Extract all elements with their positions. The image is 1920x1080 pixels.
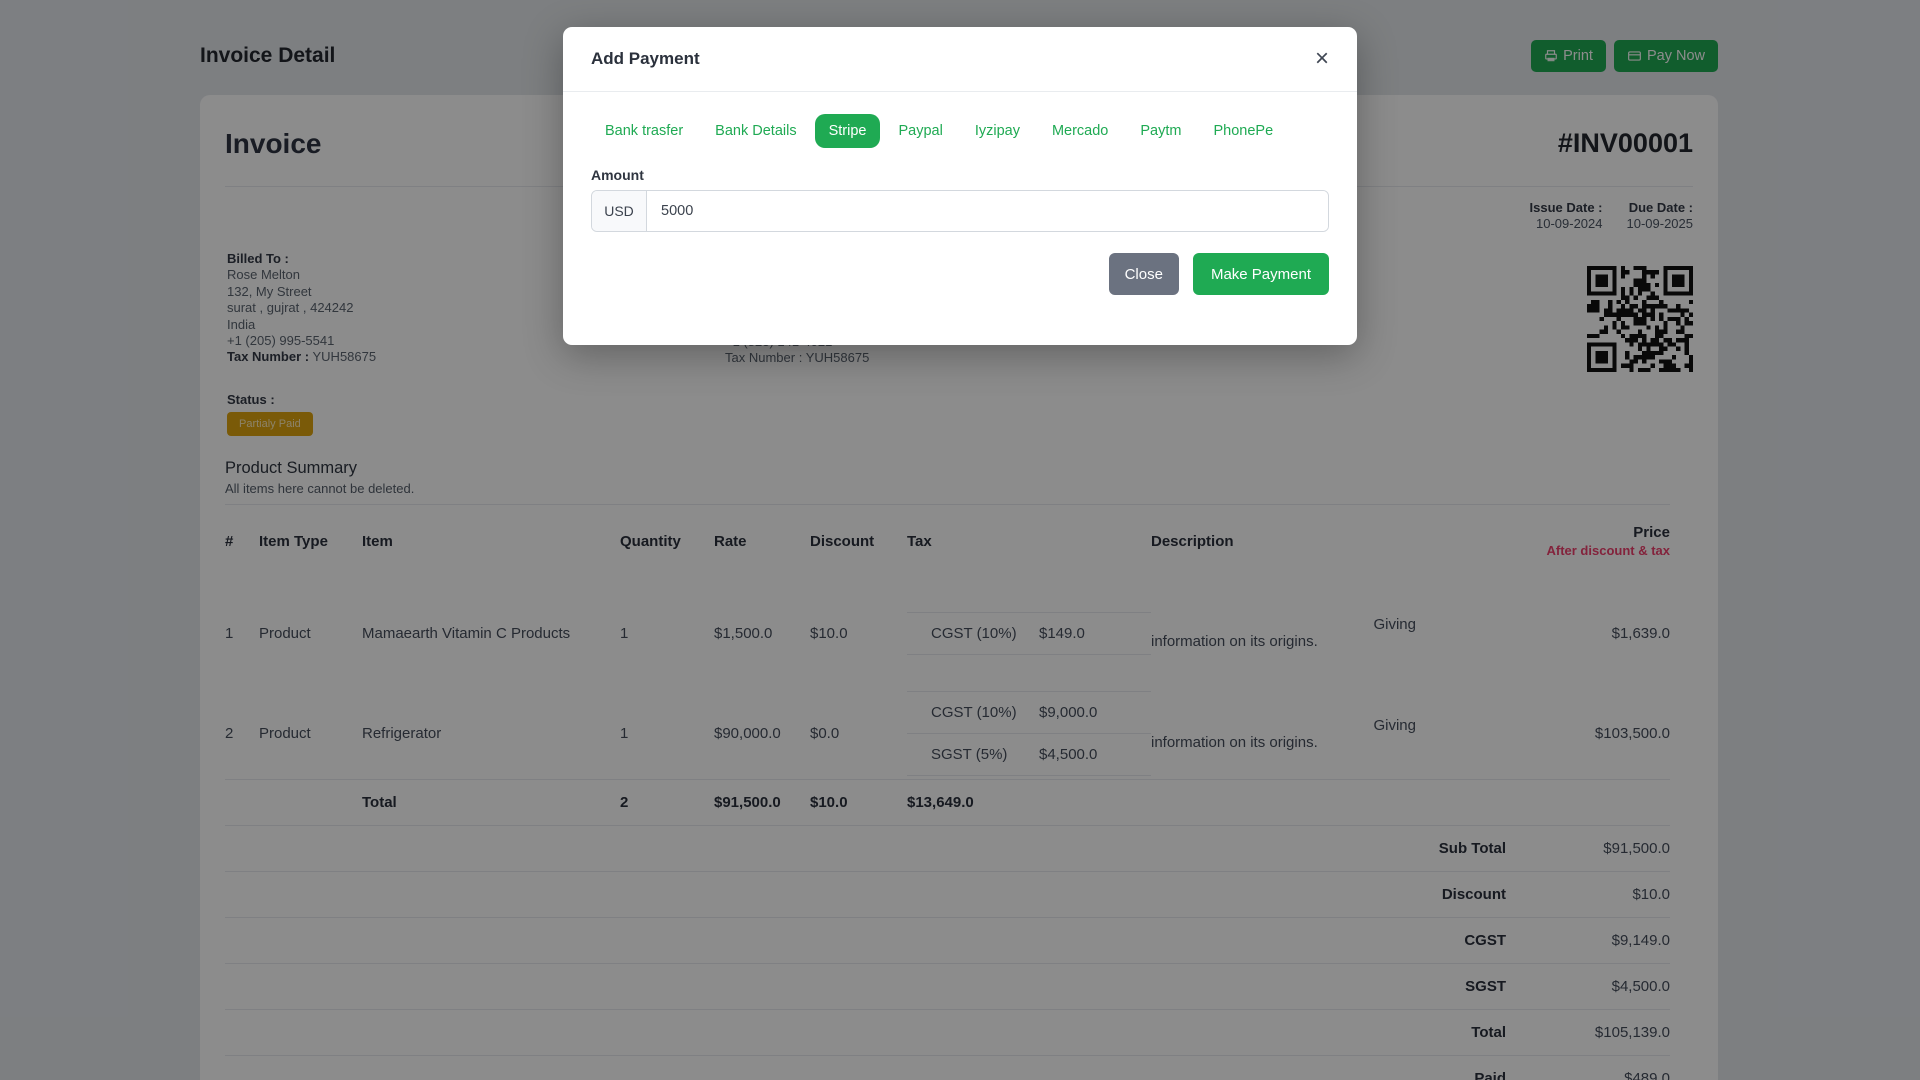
payment-method-tab[interactable]: Paypal bbox=[884, 114, 956, 148]
payment-method-tab[interactable]: Stripe bbox=[814, 114, 881, 148]
add-payment-modal: Add Payment × Bank trasfer Bank Details St… bbox=[563, 27, 1357, 345]
make-payment-button[interactable]: Make Payment bbox=[1192, 253, 1329, 295]
payment-method-tab[interactable]: Bank Details bbox=[701, 114, 810, 148]
modal-title: Add Payment bbox=[591, 49, 700, 68]
amount-input[interactable] bbox=[647, 191, 1328, 231]
amount-label: Amount bbox=[591, 167, 644, 183]
payment-tabs: Bank trasfer Bank Details Stripe Paypal Iyzi… bbox=[591, 114, 1329, 148]
payment-method-tab[interactable]: Mercado bbox=[1038, 114, 1122, 148]
payment-method-tab[interactable]: Bank trasfer bbox=[591, 114, 697, 148]
amount-input-group: USD bbox=[591, 190, 1329, 232]
payment-method-tab[interactable]: Iyzipay bbox=[961, 114, 1034, 148]
currency-prefix: USD bbox=[592, 191, 647, 231]
payment-method-tab[interactable]: PhonePe bbox=[1199, 114, 1287, 148]
payment-method-tab[interactable]: Paytm bbox=[1126, 114, 1195, 148]
close-icon[interactable]: × bbox=[1315, 47, 1329, 71]
modal-close-button[interactable]: Close bbox=[1108, 253, 1179, 295]
